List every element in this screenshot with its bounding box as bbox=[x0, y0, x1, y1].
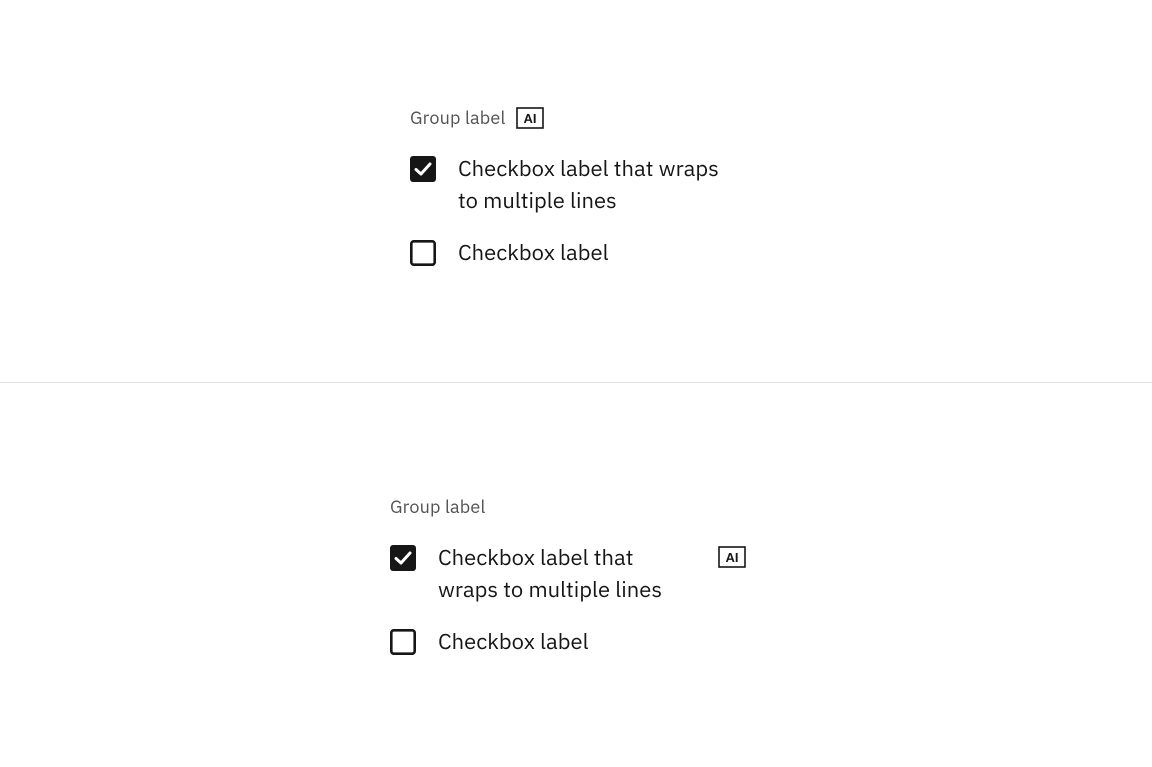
ai-badge-icon: AI bbox=[718, 546, 746, 568]
group-label: Group label bbox=[410, 106, 506, 129]
checkbox-item-2: Checkbox label bbox=[410, 237, 770, 269]
svg-text:AI: AI bbox=[523, 111, 536, 126]
checkbox-item-1: Checkbox label that wraps to multiple li… bbox=[390, 542, 750, 606]
group-label: Group label bbox=[390, 495, 486, 518]
svg-text:AI: AI bbox=[726, 550, 739, 565]
checkbox-checked[interactable] bbox=[410, 156, 436, 182]
ai-badge-icon: AI bbox=[516, 107, 544, 129]
checkbox-unchecked[interactable] bbox=[390, 629, 416, 655]
example-bottom: Group label Checkbox label that wraps to… bbox=[0, 383, 1152, 767]
example-top: Group label AI Checkbox label that wraps… bbox=[0, 0, 1152, 383]
checkbox-item-2: Checkbox label bbox=[390, 626, 750, 658]
checkbox-group-1: Group label AI Checkbox label that wraps… bbox=[410, 106, 770, 269]
checkbox-item-1: Checkbox label that wraps to multiple li… bbox=[410, 153, 770, 217]
checkbox-checked[interactable] bbox=[390, 545, 416, 571]
checkbox-label[interactable]: Checkbox label bbox=[458, 237, 609, 269]
checkbox-label[interactable]: Checkbox label that wraps to multiple li… bbox=[458, 153, 738, 217]
group-label-row: Group label bbox=[390, 495, 750, 518]
checkbox-unchecked[interactable] bbox=[410, 240, 436, 266]
checkbox-group-2: Group label Checkbox label that wraps to… bbox=[390, 495, 750, 658]
group-label-row: Group label AI bbox=[410, 106, 770, 129]
checkbox-label[interactable]: Checkbox label that wraps to multiple li… bbox=[438, 542, 698, 606]
checkbox-label[interactable]: Checkbox label bbox=[438, 626, 589, 658]
